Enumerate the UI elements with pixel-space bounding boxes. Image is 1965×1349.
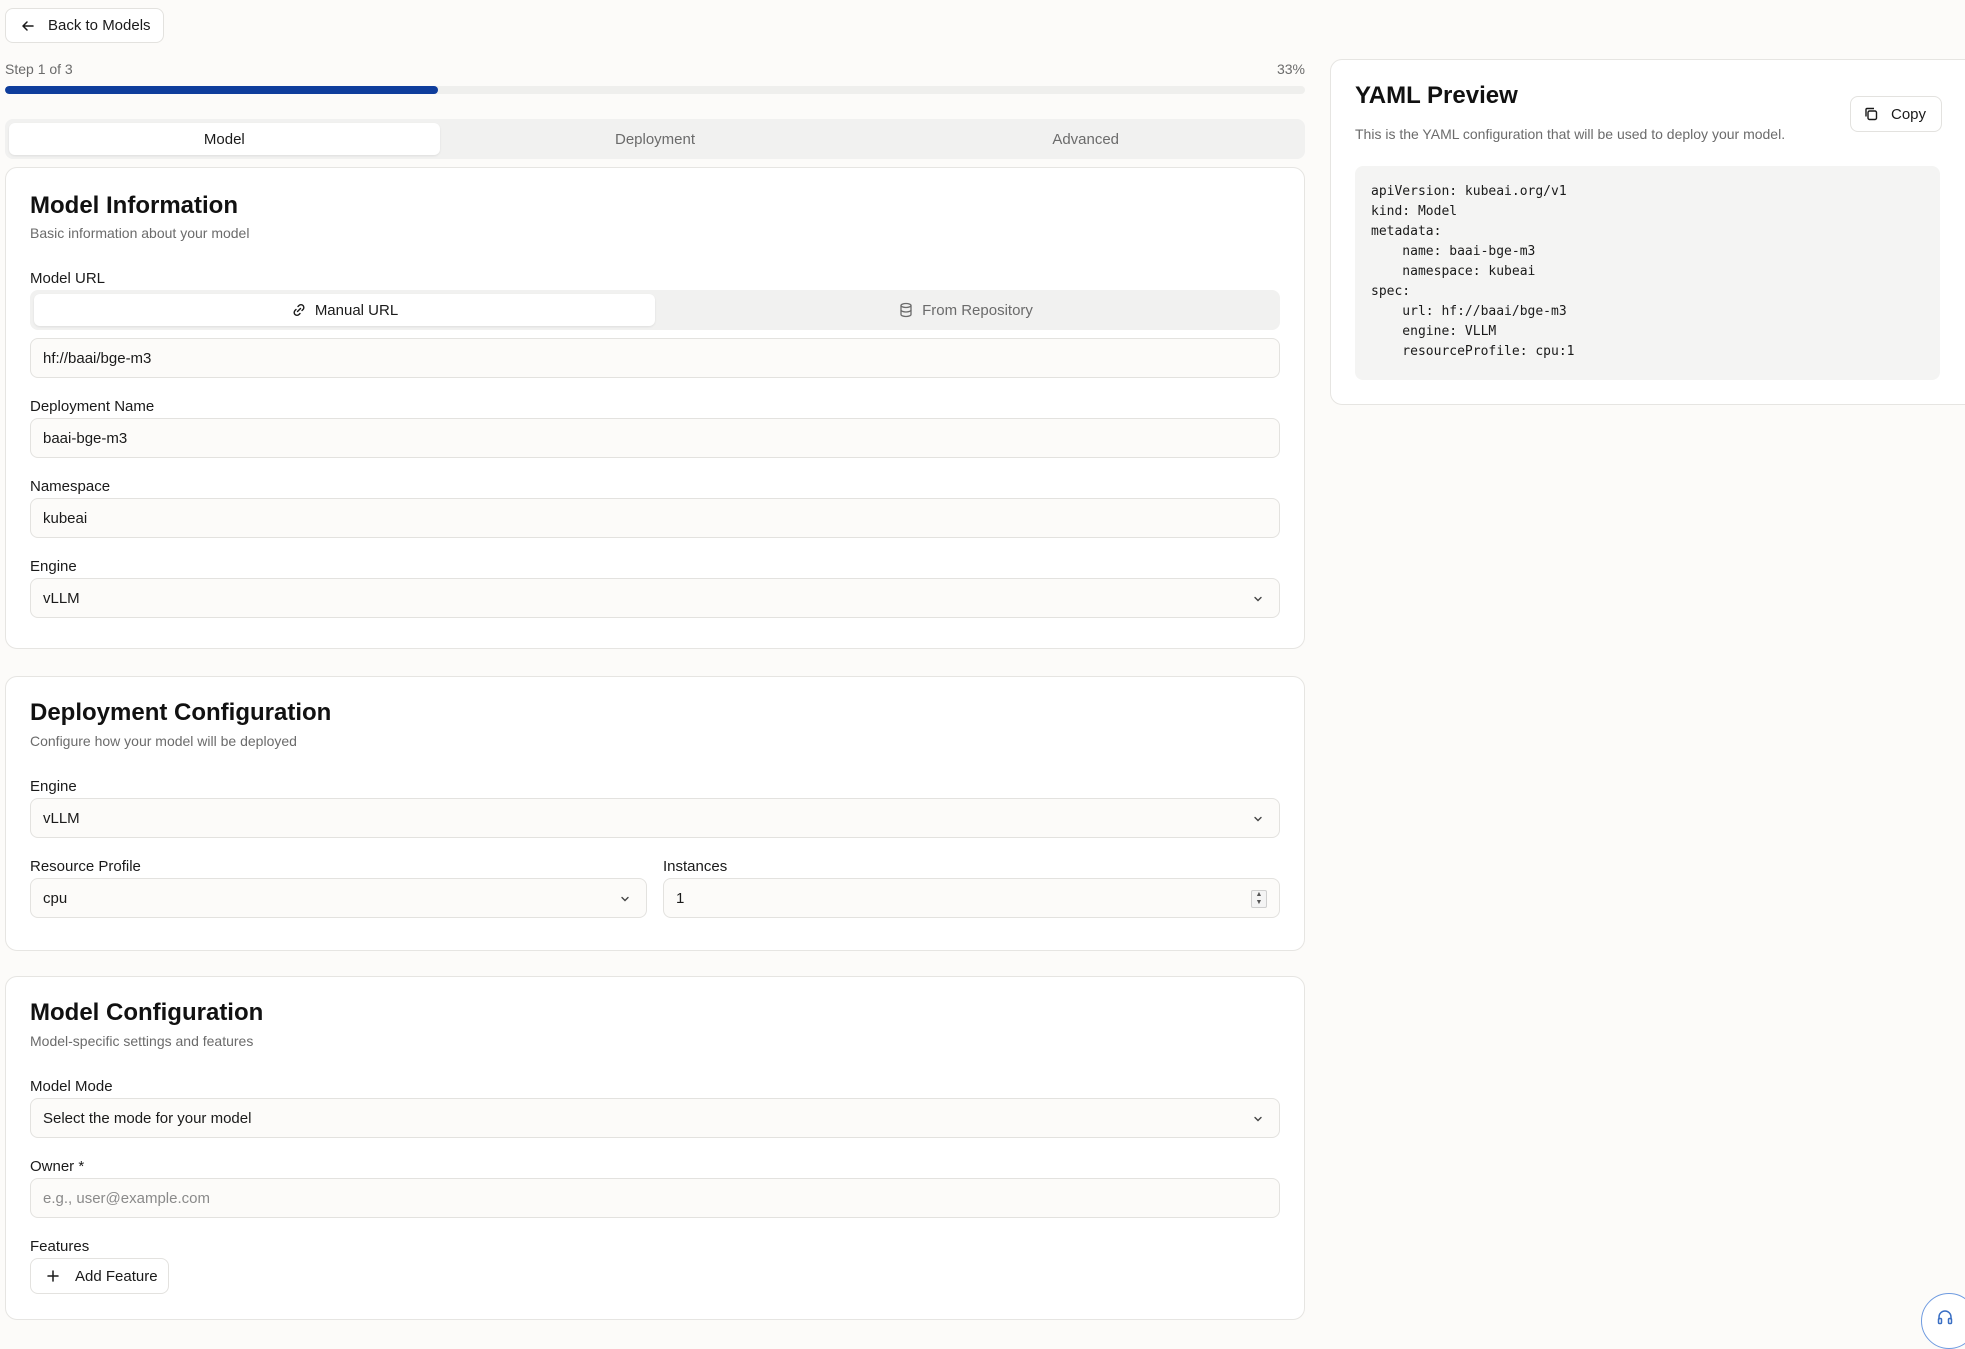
number-stepper[interactable]: ▲ ▼ [1251,890,1267,908]
engine-select[interactable]: vLLM [30,578,1280,618]
back-label: Back to Models [48,17,151,34]
model-url-input[interactable]: hf://baai/bge-m3 [30,338,1280,378]
engine-select-value: vLLM [43,589,80,607]
instances-label: Instances [663,858,728,875]
step-label: Step 1 of 3 [5,61,73,77]
headset-icon [1937,1310,1953,1325]
stepper-up-icon[interactable]: ▲ [1256,891,1263,899]
deployment-name-input[interactable]: baai-bge-m3 [30,418,1280,458]
from-repository-option[interactable]: From Repository [655,294,1276,326]
resource-profile-value: cpu [43,889,68,907]
resource-profile-select[interactable]: cpu [30,878,647,918]
tab-deployment[interactable]: Deployment [440,123,871,155]
copy-button[interactable]: Copy [1850,96,1942,132]
engine-label: Engine [30,558,77,575]
plus-icon [47,1270,59,1282]
owner-input[interactable]: e.g., user@example.com [30,1178,1280,1218]
features-label: Features [30,1238,90,1255]
instances-value: 1 [676,889,685,907]
resource-profile-label: Resource Profile [30,858,141,875]
engine-select-value: vLLM [43,809,80,827]
database-icon [900,302,912,318]
card-subtitle: Configure how your model will be deploye… [30,733,297,749]
card-title: Deployment Configuration [30,699,332,726]
wizard-tabs: Model Deployment Advanced [5,119,1305,159]
namespace-label: Namespace [30,478,111,495]
model-mode-placeholder: Select the mode for your model [43,1109,252,1127]
namespace-input[interactable]: kubeai [30,498,1280,538]
chevron-down-icon [621,896,629,902]
from-repository-label: From Repository [922,301,1033,319]
add-feature-button[interactable]: Add Feature [30,1258,169,1294]
support-chat-button[interactable] [1921,1293,1965,1349]
tab-advanced[interactable]: Advanced [870,123,1301,155]
card-title: Model Configuration [30,999,264,1026]
chevron-down-icon [1254,816,1262,822]
model-mode-select[interactable]: Select the mode for your model [30,1098,1280,1138]
model-mode-label: Model Mode [30,1078,113,1095]
back-to-models-button[interactable]: Back to Models [5,8,164,43]
link-icon [293,303,305,317]
progress-percent: 33% [1276,61,1305,77]
model-information-card: Model Information Basic information abou… [5,167,1305,649]
card-subtitle: Model-specific settings and features [30,1033,254,1049]
owner-label: Owner * [30,1158,85,1175]
tab-model[interactable]: Model [9,123,440,155]
model-url-label: Model URL [30,270,106,287]
progress-bar [5,86,1305,94]
model-configuration-card: Model Configuration Model-specific setti… [5,976,1305,1320]
card-subtitle: Basic information about your model [30,225,250,241]
yaml-preview-title: YAML Preview [1355,82,1518,109]
manual-url-option[interactable]: Manual URL [34,294,655,326]
yaml-preview-subtitle: This is the YAML configuration that will… [1355,126,1786,142]
arrow-left-icon [22,20,34,31]
chevron-down-icon [1254,1116,1262,1122]
progress-fill [5,86,438,94]
engine-label: Engine [30,778,77,795]
url-mode-toggle: Manual URL From Repository [30,290,1280,330]
copy-icon [1865,107,1878,121]
yaml-preview-card: YAML Preview This is the YAML configurat… [1330,59,1965,405]
stepper-down-icon[interactable]: ▼ [1256,899,1263,907]
manual-url-label: Manual URL [314,301,399,319]
deployment-configuration-card: Deployment Configuration Configure how y… [5,676,1305,951]
chevron-down-icon [1254,596,1262,602]
deployment-engine-select[interactable]: vLLM [30,798,1280,838]
copy-label: Copy [1891,105,1927,123]
add-feature-label: Add Feature [75,1267,158,1285]
instances-input[interactable]: 1 ▲ ▼ [663,878,1280,918]
yaml-code-block: apiVersion: kubeai.org/v1 kind: Model me… [1355,166,1940,380]
card-title: Model Information [30,192,238,219]
deployment-name-label: Deployment Name [30,398,155,415]
